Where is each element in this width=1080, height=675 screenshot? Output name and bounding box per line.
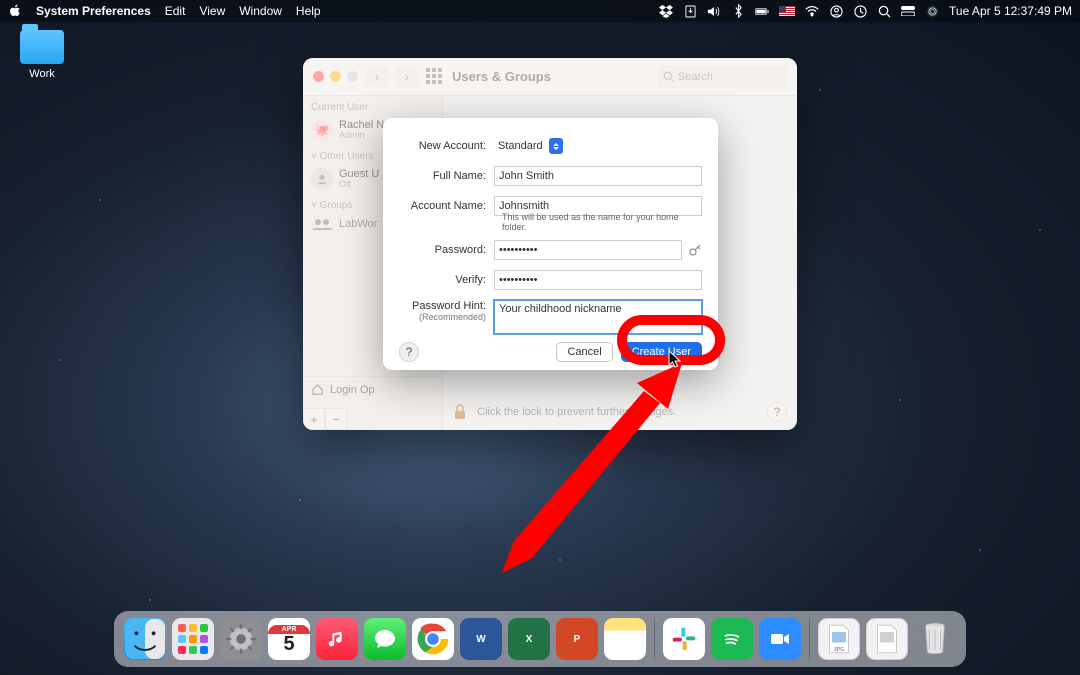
- dock-file-generic[interactable]: [866, 618, 908, 660]
- remove-user-button[interactable]: −: [325, 408, 347, 430]
- verify-password-field[interactable]: ••••••••••: [494, 270, 702, 290]
- menu-edit[interactable]: Edit: [165, 4, 186, 18]
- nav-back-button[interactable]: ‹: [366, 67, 388, 87]
- sidebar-header-current-user: Current User: [303, 96, 442, 115]
- avatar-icon: 🐙: [311, 119, 333, 141]
- dock-messages[interactable]: [364, 618, 406, 660]
- label-full-name: Full Name:: [399, 170, 494, 182]
- new-user-sheet: New Account: Standard Full Name: John Sm…: [383, 118, 718, 370]
- add-user-button[interactable]: +: [303, 408, 325, 430]
- dock-chrome[interactable]: [412, 618, 454, 660]
- select-stepper-icon: [549, 138, 563, 154]
- lock-row: Click the lock to prevent further change…: [453, 402, 787, 422]
- minimize-window-button[interactable]: [330, 71, 341, 82]
- label-verify: Verify:: [399, 274, 494, 286]
- password-key-icon[interactable]: [688, 243, 702, 257]
- lock-icon[interactable]: [453, 404, 469, 420]
- menu-window[interactable]: Window: [239, 4, 282, 18]
- password-field[interactable]: ••••••••••: [494, 240, 682, 260]
- add-remove-user-controls: + −: [303, 408, 347, 430]
- account-type-value: Standard: [498, 140, 543, 152]
- dock: APR5 W X P JPG: [114, 611, 966, 667]
- current-user-role: Admin: [339, 131, 384, 141]
- menu-view[interactable]: View: [199, 4, 225, 18]
- dock-launchpad[interactable]: [172, 618, 214, 660]
- spotlight-icon[interactable]: [877, 4, 891, 18]
- password-hint-field[interactable]: Your childhood nickname: [494, 300, 702, 334]
- home-icon: [311, 383, 324, 396]
- window-traffic-lights: [313, 71, 358, 82]
- wifi-icon[interactable]: [805, 4, 819, 18]
- nav-forward-button[interactable]: ›: [396, 67, 418, 87]
- dock-spotify[interactable]: [711, 618, 753, 660]
- show-all-prefs-icon[interactable]: [426, 68, 444, 86]
- dock-music[interactable]: [316, 618, 358, 660]
- group-icon: [311, 217, 333, 231]
- volume-icon[interactable]: [707, 4, 721, 18]
- dock-word[interactable]: W: [460, 618, 502, 660]
- siri-icon[interactable]: [925, 4, 939, 18]
- dock-notes[interactable]: [604, 618, 646, 660]
- sheet-help-button[interactable]: ?: [399, 342, 419, 362]
- dock-zoom[interactable]: [759, 618, 801, 660]
- input-source-flag-icon[interactable]: [779, 6, 795, 16]
- dock-trash[interactable]: [914, 618, 956, 660]
- bluetooth-icon[interactable]: [731, 4, 745, 18]
- zoom-window-button[interactable]: [347, 71, 358, 82]
- menubar-app-name[interactable]: System Preferences: [36, 4, 151, 18]
- dock-separator: [654, 619, 655, 659]
- timemachine-icon[interactable]: [853, 4, 867, 18]
- control-center-icon[interactable]: [901, 4, 915, 18]
- desktop-folder-label: Work: [12, 68, 72, 80]
- account-name-hint: This will be used as the name for your h…: [502, 212, 702, 232]
- create-user-button[interactable]: Create User: [621, 342, 702, 362]
- label-recommended: (Recommended): [399, 312, 486, 322]
- dock-slack[interactable]: [663, 618, 705, 660]
- dock-finder[interactable]: [124, 618, 166, 660]
- window-titlebar: ‹ › Users & Groups Search: [303, 58, 797, 96]
- search-placeholder: Search: [678, 71, 713, 83]
- dropbox-icon[interactable]: [659, 4, 673, 18]
- desktop-folder-work[interactable]: Work: [12, 30, 72, 80]
- dock-system-preferences[interactable]: [220, 618, 262, 660]
- menu-bar: System Preferences Edit View Window Help…: [0, 0, 1080, 22]
- window-title: Users & Groups: [452, 69, 551, 84]
- menubar-clock[interactable]: Tue Apr 5 12:37:49 PM: [949, 4, 1072, 18]
- apple-menu-icon[interactable]: [8, 4, 22, 18]
- cancel-button[interactable]: Cancel: [556, 342, 612, 362]
- label-account-name: Account Name:: [399, 200, 494, 212]
- folder-icon: [20, 30, 64, 64]
- help-button[interactable]: ?: [767, 402, 787, 422]
- svg-text:JPG: JPG: [834, 647, 844, 653]
- updates-icon[interactable]: [683, 4, 697, 18]
- group-name: LabWor: [339, 218, 377, 230]
- account-type-select[interactable]: Standard: [494, 136, 702, 156]
- prefs-search-field[interactable]: Search: [657, 66, 787, 88]
- login-options-button[interactable]: Login Op: [303, 376, 442, 402]
- dock-calendar[interactable]: APR5: [268, 618, 310, 660]
- search-icon: [663, 71, 674, 82]
- lock-text: Click the lock to prevent further change…: [477, 406, 676, 418]
- guest-avatar-icon: [311, 168, 333, 190]
- battery-icon[interactable]: [755, 4, 769, 18]
- full-name-field[interactable]: John Smith: [494, 166, 702, 186]
- label-new-account: New Account:: [399, 140, 494, 152]
- login-options-label: Login Op: [330, 384, 375, 396]
- label-password: Password:: [399, 244, 494, 256]
- label-password-hint: Password Hint:: [399, 300, 486, 312]
- guest-user-status: Off: [339, 180, 379, 190]
- menu-help[interactable]: Help: [296, 4, 321, 18]
- user-icon[interactable]: [829, 4, 843, 18]
- dock-file-jpg[interactable]: JPG: [818, 618, 860, 660]
- dock-powerpoint[interactable]: P: [556, 618, 598, 660]
- dock-separator: [809, 619, 810, 659]
- dock-excel[interactable]: X: [508, 618, 550, 660]
- close-window-button[interactable]: [313, 71, 324, 82]
